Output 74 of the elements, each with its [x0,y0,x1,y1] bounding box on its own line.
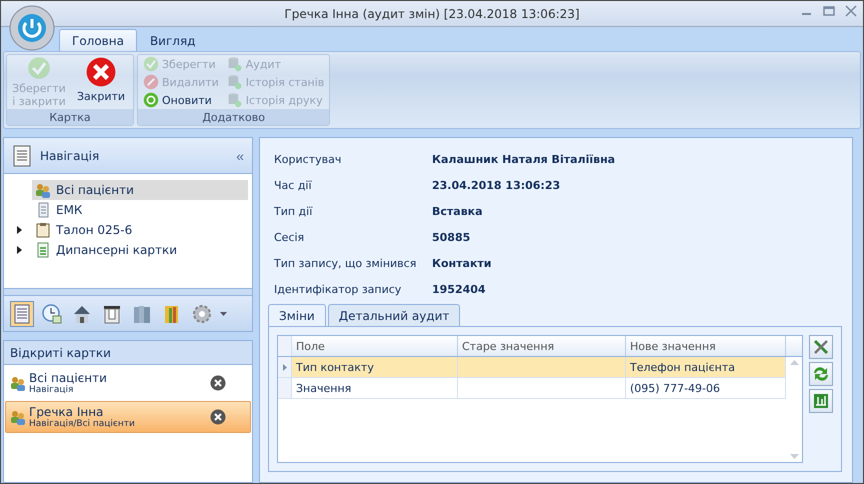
group-label: Картка [7,109,133,125]
books-icon [132,304,152,324]
tree-item[interactable]: Дипансерні картки [32,240,248,260]
tree-item[interactable]: Всі пацієнти [32,180,248,200]
people-icon [10,409,26,425]
close-icon[interactable] [210,375,226,391]
check-icon [143,56,159,72]
tree-item[interactable]: ЕМК [32,200,248,220]
table-cell: Тип контакту [292,357,458,377]
people-icon [10,375,26,391]
field-value: Контакти [432,256,492,270]
house-icon [72,304,92,324]
ribbon-button[interactable]: Оновити [141,92,221,108]
side-button[interactable] [809,389,833,413]
maximize-icon[interactable] [823,5,835,17]
table-row[interactable]: Значення (095) 777-49-06 [278,378,786,399]
swap-arrows-icon [812,365,830,383]
tree-item[interactable]: Талон 025-6 [32,220,248,240]
field-label: Тип дії [274,204,314,218]
gear-icon [192,304,212,324]
printer-icon [102,304,122,324]
collapsed-arrow-icon[interactable] [17,246,23,254]
database-icon [226,92,243,108]
field-value: 50885 [432,230,470,244]
ribbon-tab[interactable]: Вигляд [136,29,208,51]
column-header[interactable]: Нове значення [626,336,786,356]
open-card-item[interactable]: Всі пацієнти Навігація [5,367,251,399]
field-value: Вставка [432,204,483,218]
list-icon [12,304,32,324]
tab[interactable]: Детальний аудит [328,304,460,326]
panel-title: Відкриті картки [4,341,252,365]
field-value: 23.04.2018 13:06:23 [432,178,560,192]
collapsed-arrow-icon[interactable] [17,226,23,234]
delete-icon [143,74,159,90]
field-value: 1952404 [432,282,486,296]
column-header[interactable]: Старе значення [458,336,626,356]
table-cell: Значення [292,378,458,398]
field-label: Тип запису, що змінився [274,256,418,270]
field-value: Калашник Наталя Віталіївна [432,152,616,166]
row-indicator [278,378,292,398]
row-indicator [278,336,292,356]
tools-icon [812,338,830,356]
database-icon [226,74,243,90]
collapse-button[interactable]: « [236,148,244,164]
open-card-item[interactable]: Гречка Інна Навігація/Всі пацієнти [5,401,251,433]
splitter-grip[interactable] [3,289,253,296]
window-title: Гречка Інна (аудит змін) [23.04.2018 13:06:23] [284,6,580,20]
tab[interactable]: Зміни [268,304,326,326]
refresh-icon [143,92,159,108]
table-cell: Телефон пацієнта [626,357,786,377]
close-icon [85,56,117,88]
ribbon-button[interactable]: Закрити [72,56,130,108]
sheet-icon [35,242,51,258]
field-label: Користувач [274,152,342,166]
panel-title: Навігація [40,148,100,162]
column-header[interactable]: Поле [292,336,458,356]
close-icon[interactable] [210,409,226,425]
field-label: Час дії [274,178,313,192]
table-cell: (095) 777-49-06 [626,378,786,398]
people-icon [35,182,51,198]
group-label: Додатково [138,109,330,125]
ribbon-tab[interactable]: Головна [59,29,137,51]
clock-icon [42,304,62,324]
grid-chart-icon [812,392,830,410]
side-button[interactable] [809,335,833,359]
clipboard-icon [35,222,51,238]
row-pointer-icon [282,364,286,370]
table-row[interactable]: Тип контакту Телефон пацієнта [278,357,786,378]
field-label: Сесія [274,230,306,244]
list-icon [12,144,32,166]
database-icon [226,56,243,72]
side-button[interactable] [809,362,833,386]
field-label: Ідентифікатор запису [274,282,402,296]
dropdown-caret-icon[interactable] [220,312,227,316]
